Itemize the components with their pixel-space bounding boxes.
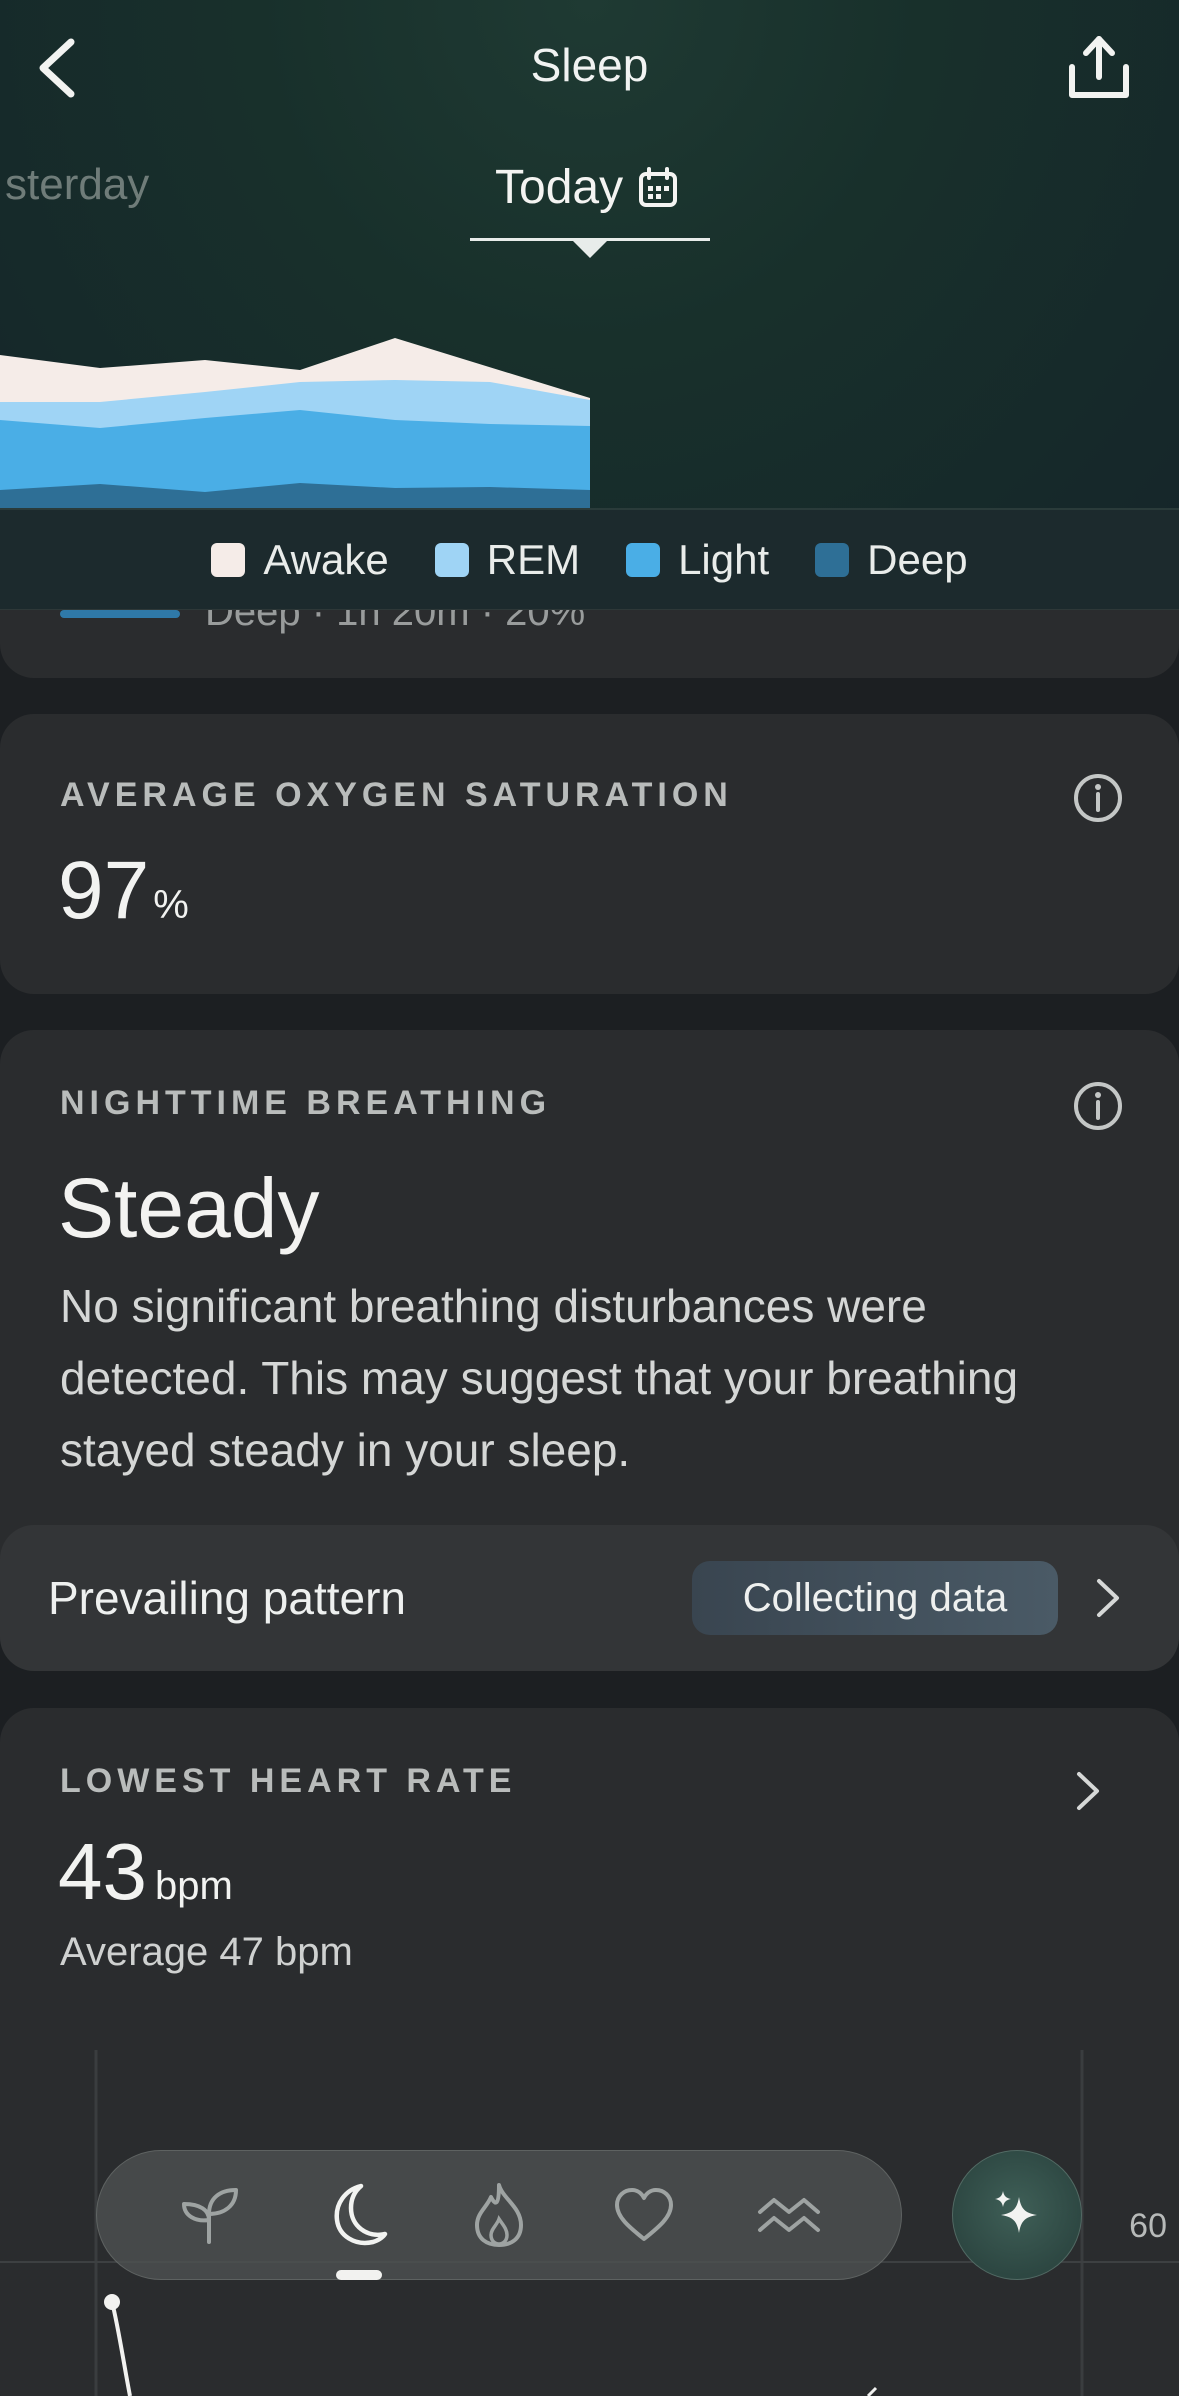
today-caret [572,240,608,258]
flame-icon [474,2183,523,2247]
sparkles-icon [995,2191,1037,2233]
breathing-status: Steady [58,1161,320,1255]
legend-item-light: Light [626,536,769,584]
heart-card-title: LOWEST HEART RATE [60,1762,517,1800]
oxygen-value: 97% [58,844,189,938]
collecting-data-badge: Collecting data [692,1561,1058,1635]
legend-label-awake: Awake [263,535,389,583]
share-icon [1069,36,1129,98]
heart-rate-line [110,2301,132,2396]
info-icon[interactable] [1072,772,1124,824]
breathing-card-title: NIGHTTIME BREATHING [60,1084,552,1122]
nav-item-activity[interactable] [462,2178,536,2252]
heart-icon [614,2188,673,2241]
nav-item-heart[interactable] [607,2178,681,2252]
moon-icon [334,2183,388,2246]
legend-swatch-light [626,542,661,577]
oxygen-card-title: AVERAGE OXYGEN SATURATION [60,776,733,814]
nav-item-sleep[interactable] [317,2178,391,2280]
heart-rate-line-tail [866,2386,878,2396]
axis-tick-60: 60 [1129,2207,1167,2245]
top-bar: Sleep [0,0,1179,135]
calendar-icon [639,166,678,207]
legend-swatch-awake [211,542,246,577]
legend-item-deep: Deep [815,535,968,584]
legend-swatch-deep [815,542,850,577]
oxygen-unit: % [153,883,189,927]
legend-swatch-rem [434,542,469,577]
heart-rate-number: 43 [58,1827,147,1916]
info-icon[interactable] [1072,1080,1124,1132]
oxygen-saturation-card[interactable]: AVERAGE OXYGEN SATURATION 97% [0,714,1179,994]
heart-rate-unit: bpm [154,1864,233,1908]
day-tab-today[interactable]: Today [495,160,679,215]
nav-item-stress[interactable] [752,2178,826,2252]
heart-rate-average: Average 47 bpm [60,1930,353,1974]
prevailing-pattern-row[interactable]: Prevailing pattern Collecting data [0,1525,1179,1671]
share-button[interactable] [1059,28,1139,108]
sleep-stage-chart [0,338,590,508]
day-tab-today-label: Today [495,161,624,214]
stage-legend: Awake REM Light Deep [0,510,1179,610]
assistant-button[interactable] [952,2150,1082,2280]
legend-label-light: Light [678,535,770,583]
breathing-description: No significant breathing disturbances we… [60,1280,1019,1476]
prevailing-pattern-label: Prevailing pattern [48,1572,406,1624]
chevron-right-icon[interactable] [1067,1768,1107,1814]
legend-item-awake: Awake [211,535,389,584]
deep-stage-bar [60,610,180,618]
legend-label-deep: Deep [867,535,968,583]
legend-item-rem: REM [434,535,581,584]
nav-item-readiness[interactable] [172,2178,246,2252]
day-tab-previous[interactable]: sterday [5,160,149,210]
legend-label-rem: REM [486,535,581,583]
oxygen-number: 97 [58,845,150,936]
heart-rate-start-point [104,2294,120,2310]
nav-active-indicator [336,2270,383,2280]
chevron-right-icon [1097,1579,1119,1617]
page-title: Sleep [530,39,649,91]
heart-rate-value: 43 bpm [58,1826,233,1918]
bottom-nav-bar [96,2150,902,2280]
waves-icon [757,2198,820,2232]
sprout-icon [182,2188,239,2244]
